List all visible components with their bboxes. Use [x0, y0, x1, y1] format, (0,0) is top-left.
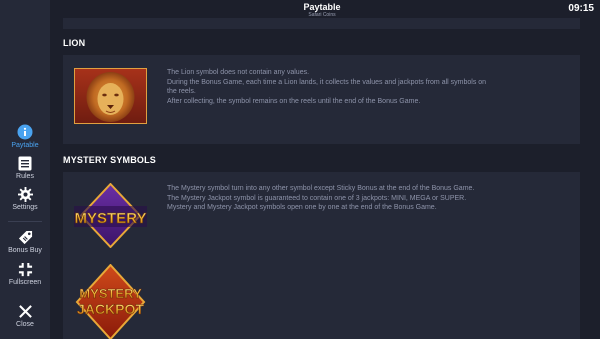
fullscreen-icon — [18, 262, 32, 277]
sidebar-item-label: Bonus Buy — [8, 247, 42, 254]
bonus-buy-icon — [18, 230, 32, 245]
header: Paytable Safari Coins 09:15 — [50, 0, 600, 20]
page-title: Paytable — [303, 2, 341, 12]
sidebar-item-bonus-buy[interactable]: Bonus Buy — [0, 230, 50, 254]
clock: 09:15 — [568, 3, 594, 14]
info-icon — [17, 124, 33, 140]
gear-icon — [17, 187, 33, 202]
sidebar-item-settings[interactable]: Settings — [0, 187, 50, 211]
sidebar-item-rules[interactable]: Rules — [0, 156, 50, 180]
mystery-symbol-text: MYSTERY — [75, 210, 147, 227]
sidebar-item-label: Rules — [16, 173, 34, 180]
previous-section-panel — [63, 18, 580, 29]
sidebar-item-fullscreen[interactable]: Fullscreen — [0, 262, 50, 286]
lion-symbol-image — [74, 68, 147, 124]
mystery-jackpot-symbol-image: MYSTERY JACKPOT — [74, 264, 147, 339]
sidebar-item-label: Close — [16, 321, 34, 328]
close-icon — [18, 305, 32, 318]
sidebar-item-paytable[interactable]: Paytable — [0, 124, 50, 149]
paytable-screen: Paytable Rules Settings Bonus Buy Fullsc… — [0, 0, 600, 339]
sidebar-item-label: Fullscreen — [8, 279, 42, 286]
sidebar-divider — [8, 221, 42, 222]
mystery-jackpot-text-line1: MYSTERY — [79, 286, 142, 301]
sidebar-item-label: Paytable — [11, 142, 39, 149]
section-title-lion: LION — [63, 38, 86, 48]
sidebar: Paytable Rules Settings Bonus Buy Fullsc… — [0, 0, 50, 339]
sidebar-item-label: Settings — [12, 204, 38, 211]
lion-description: The Lion symbol does not contain any val… — [167, 69, 487, 105]
mystery-symbol-image: MYSTERY — [74, 183, 147, 248]
sidebar-item-close[interactable]: Close — [0, 304, 50, 328]
rules-icon — [18, 156, 32, 171]
section-title-mystery: MYSTERY SYMBOLS — [63, 155, 157, 165]
mystery-description: The Mystery symbol turn into any other s… — [167, 185, 475, 211]
mystery-jackpot-text-line2: JACKPOT — [77, 301, 144, 317]
